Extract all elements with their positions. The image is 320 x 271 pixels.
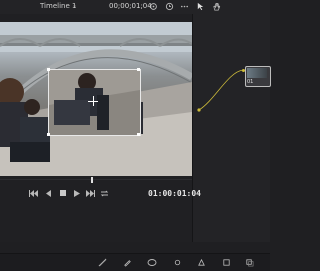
stack-icon[interactable] (243, 257, 255, 268)
header-timecode[interactable]: 00;00;01;04 (109, 2, 152, 10)
gradient-icon[interactable] (195, 257, 207, 268)
step-back-icon[interactable] (42, 188, 55, 198)
timeline-selector[interactable]: Timeline 1 (40, 2, 76, 10)
pointer-icon[interactable] (194, 1, 206, 12)
scrubber-bar[interactable] (0, 179, 192, 180)
chevron-down-icon[interactable]: ⌄ (72, 2, 77, 9)
settings-icon[interactable] (147, 1, 159, 12)
overlay-corner-handle[interactable] (137, 133, 140, 136)
pen-tool-icon[interactable] (121, 257, 133, 268)
circle-mask-icon[interactable] (146, 257, 158, 268)
node-label: 01 (247, 79, 254, 85)
play-icon[interactable] (70, 188, 83, 198)
skip-to-end-icon[interactable] (84, 188, 97, 198)
overlay-corner-handle[interactable] (47, 68, 50, 71)
picture-in-picture-overlay[interactable] (48, 69, 141, 136)
loop-icon[interactable] (98, 188, 111, 198)
panel-divider[interactable] (192, 14, 193, 242)
skip-to-start-icon[interactable] (27, 188, 40, 198)
brightness-icon[interactable] (171, 257, 183, 268)
overlay-center-crosshair[interactable] (93, 96, 94, 106)
overlay-corner-handle[interactable] (47, 133, 50, 136)
node-editor-panel[interactable] (193, 14, 270, 242)
playhead[interactable] (91, 177, 93, 183)
select-icon[interactable] (220, 257, 232, 268)
node-thumbnail (247, 68, 267, 78)
more-icon[interactable] (178, 1, 190, 12)
viewer-timecode: 01:00:01:04 (148, 189, 201, 198)
history-icon[interactable] (163, 1, 175, 12)
stop-icon[interactable] (56, 188, 69, 198)
overlay-corner-handle[interactable] (137, 68, 140, 71)
hand-icon[interactable] (210, 1, 222, 12)
curves-tool-icon[interactable] (96, 257, 108, 268)
